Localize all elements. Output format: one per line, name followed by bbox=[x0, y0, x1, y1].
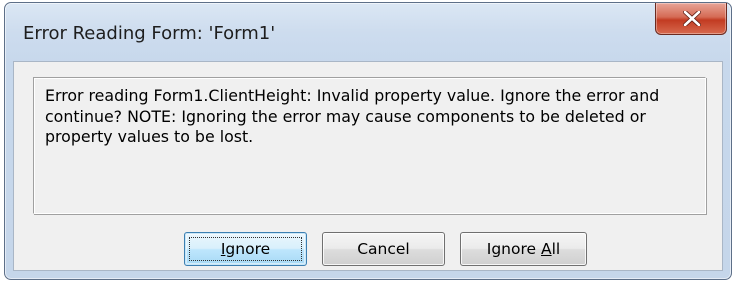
close-button[interactable] bbox=[655, 3, 727, 35]
ignore-all-label-start: Ignore bbox=[486, 240, 541, 258]
ignore-all-button[interactable]: Ignore All bbox=[460, 232, 587, 266]
close-icon bbox=[683, 11, 701, 26]
error-message: Error reading Form1.ClientHeight: Invali… bbox=[45, 86, 660, 146]
cancel-button[interactable]: Cancel bbox=[322, 232, 445, 266]
error-dialog-window: Error Reading Form: 'Form1' Error readin… bbox=[4, 2, 732, 280]
message-panel: Error reading Form1.ClientHeight: Invali… bbox=[33, 77, 706, 214]
ignore-all-accelerator: A bbox=[540, 240, 552, 258]
cancel-label: Cancel bbox=[357, 240, 410, 258]
ignore-label-rest: gnore bbox=[225, 240, 271, 258]
ignore-button[interactable]: Ignore bbox=[184, 232, 307, 266]
dialog-client-area: Error reading Form1.ClientHeight: Invali… bbox=[13, 61, 723, 271]
dialog-title: Error Reading Form: 'Form1' bbox=[23, 23, 276, 44]
title-bar[interactable]: Error Reading Form: 'Form1' bbox=[5, 3, 731, 61]
ignore-all-label-rest: ll bbox=[551, 240, 561, 258]
